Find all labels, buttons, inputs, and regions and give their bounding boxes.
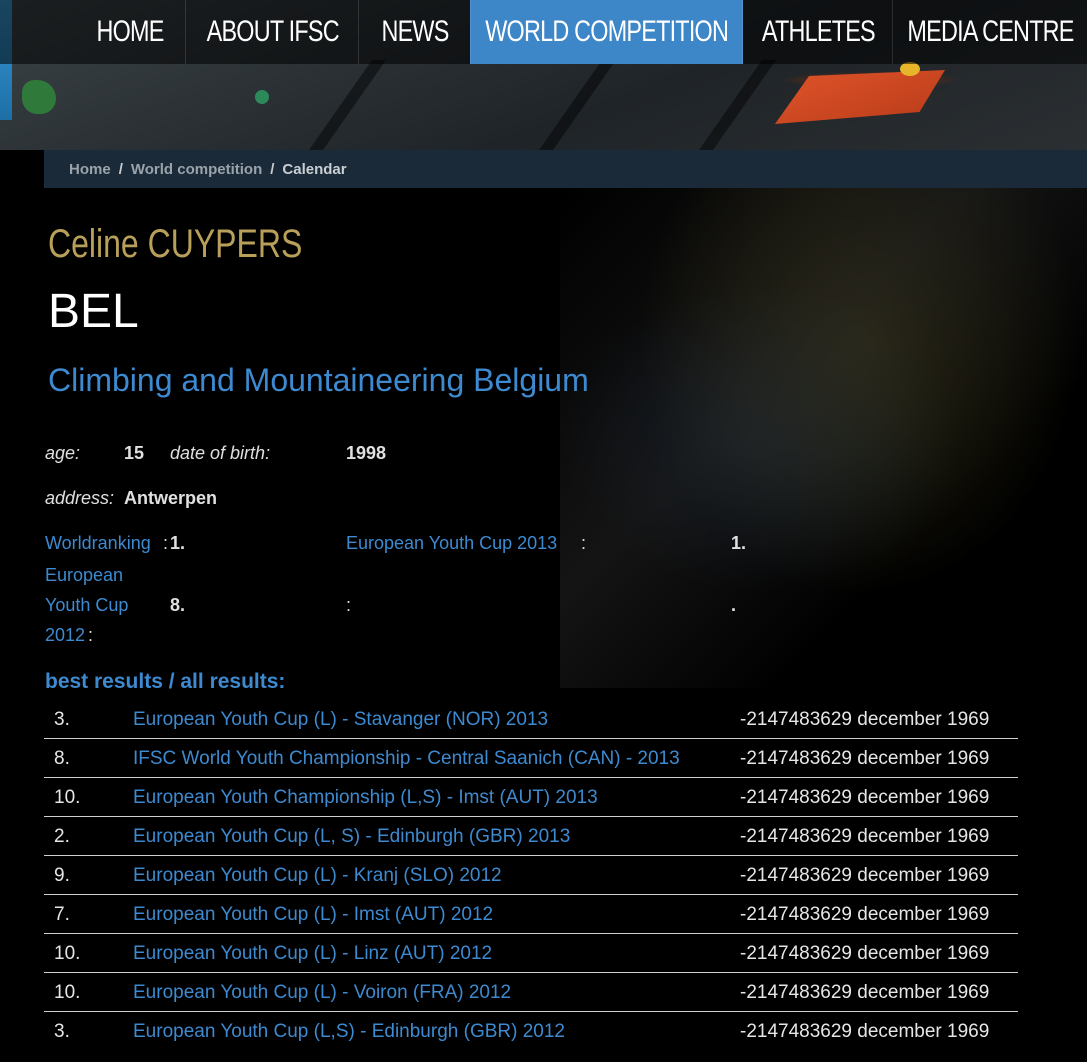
euc-2012-value: 8. [170,595,186,615]
nav-about-label: ABOUT IFSC [206,15,339,48]
empty-ranking-value: . [731,595,737,615]
table-row: 10. European Youth Cup (L) - Linz (AUT) … [44,934,1018,973]
table-row: 3. European Youth Cup (L) - Stavanger (N… [44,700,1018,739]
results-table: 3. European Youth Cup (L) - Stavanger (N… [44,700,1018,1050]
nav-home-label: HOME [96,15,164,48]
result-date: -2147483629 december 1969 [740,865,990,886]
euc-2012-link-line1[interactable]: European [45,565,123,586]
table-row: 3. European Youth Cup (L,S) - Edinburgh … [44,1012,1018,1050]
result-rank: 10. [54,943,81,964]
age-label: age: [45,443,81,463]
dob-value: 1998 [346,443,387,463]
dob-label: date of birth: [170,443,271,463]
table-row: 10. European Youth Cup (L) - Voiron (FRA… [44,973,1018,1012]
age-value: 15 [124,443,145,463]
nav-media-centre[interactable]: MEDIA CENTRE [892,0,1087,64]
result-rank: 2. [54,826,70,847]
climbing-hold-image [775,70,945,124]
worldranking-value: 1. [170,533,186,553]
euc-2013-link[interactable]: European Youth Cup 2013 [346,533,557,554]
nav-news-label: NEWS [381,15,449,48]
table-row: 7. European Youth Cup (L) - Imst (AUT) 2… [44,895,1018,934]
result-rank: 9. [54,865,70,886]
result-event-link[interactable]: European Youth Cup (L) - Linz (AUT) 2012 [133,943,492,965]
nav-world-competition[interactable]: WORLD COMPETITION [470,0,743,64]
result-date: -2147483629 december 1969 [740,1021,990,1042]
nav-world-competition-label: WORLD COMPETITION [485,15,730,48]
nav-news[interactable]: NEWS [358,0,471,64]
euc-2012-colon: : [88,625,94,645]
breadcrumb-current: Calendar [282,160,347,178]
result-date: -2147483629 december 1969 [740,709,990,730]
results-heading[interactable]: best results / all results: [45,670,285,694]
result-rank: 10. [54,787,81,808]
breadcrumb-separator: / [118,160,123,178]
main-nav: HOME ABOUT IFSC NEWS WORLD COMPETITION A… [0,0,1087,64]
result-event-link[interactable]: European Youth Cup (L,S) - Edinburgh (GB… [133,1021,565,1043]
athlete-federation: Climbing and Mountaineering Belgium [48,362,589,398]
table-row: 8. IFSC World Youth Championship - Centr… [44,739,1018,778]
result-event-link[interactable]: European Youth Cup (L) - Kranj (SLO) 201… [133,865,502,887]
worldranking-colon: : [163,533,169,553]
result-event-link[interactable]: European Youth Championship (L,S) - Imst… [133,787,598,809]
worldranking-link[interactable]: Worldranking [45,533,151,554]
table-row: 9. European Youth Cup (L) - Kranj (SLO) … [44,856,1018,895]
athlete-name: Celine CUYPERS [48,222,303,266]
result-rank: 10. [54,982,81,1003]
result-date: -2147483629 december 1969 [740,787,990,808]
breadcrumb-home[interactable]: Home [69,161,111,178]
result-event-link[interactable]: European Youth Cup (L) - Voiron (FRA) 20… [133,982,511,1004]
result-date: -2147483629 december 1969 [740,904,990,925]
result-event-link[interactable]: European Youth Cup (L, S) - Edinburgh (G… [133,826,570,848]
result-date: -2147483629 december 1969 [740,748,990,769]
result-rank: 3. [54,1021,70,1042]
table-row: 2. European Youth Cup (L, S) - Edinburgh… [44,817,1018,856]
result-event-link[interactable]: European Youth Cup (L) - Stavanger (NOR)… [133,709,548,731]
euc-2013-value: 1. [731,533,747,553]
breadcrumb-separator: / [270,160,275,178]
breadcrumb: Home / World competition / Calendar [44,150,1087,188]
nav-about-ifsc[interactable]: ABOUT IFSC [185,0,359,64]
nav-media-centre-label: MEDIA CENTRE [907,15,1074,48]
breadcrumb-world-competition[interactable]: World competition [131,161,262,178]
nav-athletes[interactable]: ATHLETES [742,0,893,64]
table-row: 10. European Youth Championship (L,S) - … [44,778,1018,817]
result-rank: 8. [54,748,70,769]
address-value: Antwerpen [124,488,218,508]
nav-athletes-label: ATHLETES [761,15,876,48]
result-date: -2147483629 december 1969 [740,982,990,1003]
result-date: -2147483629 december 1969 [740,943,990,964]
background-photo [560,188,1087,688]
euc-2012-link-line3[interactable]: 2012 [45,625,85,646]
result-rank: 3. [54,709,70,730]
result-event-link[interactable]: IFSC World Youth Championship - Central … [133,748,680,770]
result-date: -2147483629 december 1969 [740,826,990,847]
result-event-link[interactable]: European Youth Cup (L) - Imst (AUT) 2012 [133,904,493,926]
euc-2013-colon: : [581,533,587,553]
empty-ranking-colon: : [346,595,352,615]
euc-2012-link-line2[interactable]: Youth Cup [45,595,128,616]
address-label: address: [45,488,115,508]
nav-home[interactable]: HOME [75,0,185,64]
athlete-country: BEL [48,285,139,338]
result-rank: 7. [54,904,70,925]
